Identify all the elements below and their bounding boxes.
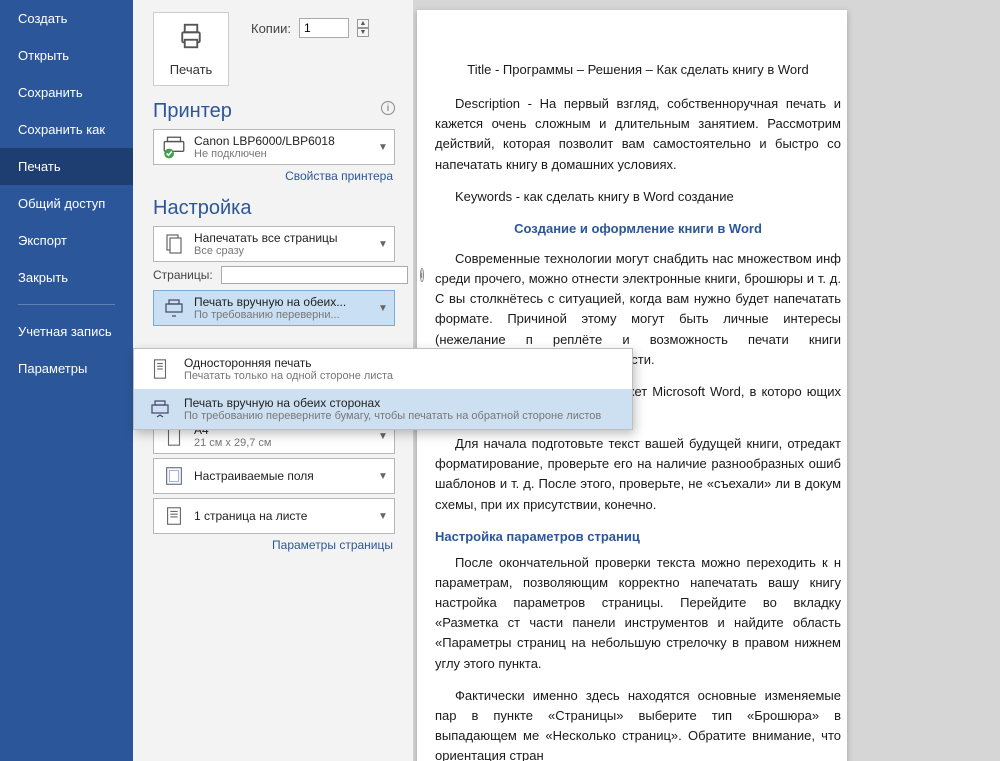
sidebar-item-save-as[interactable]: Сохранить как (0, 111, 133, 148)
chevron-down-icon: ▼ (376, 303, 390, 314)
print-range-dropdown[interactable]: Напечатать все страницы Все сразу ▼ (153, 226, 395, 262)
printer-icon (176, 21, 206, 56)
menu-item-manual-duplex[interactable]: Печать вручную на обеих сторонах По треб… (134, 389, 632, 429)
copies-input[interactable] (299, 18, 349, 38)
sidebar-item-export[interactable]: Экспорт (0, 222, 133, 259)
menu-item-title: Печать вручную на обеих сторонах (184, 396, 601, 410)
menu-item-single-side[interactable]: Односторонняя печать Печатать только на … (134, 349, 632, 389)
sidebar-item-close[interactable]: Закрыть (0, 259, 133, 296)
duplex-options-menu: Односторонняя печать Печатать только на … (133, 348, 633, 430)
doc-paragraph: После окончательной проверки текста можн… (435, 553, 841, 674)
file-sidebar: Создать Открыть Сохранить Сохранить как … (0, 0, 133, 761)
menu-item-sub: По требованию переверните бумагу, чтобы … (184, 410, 601, 422)
printer-status: Не подключен (194, 148, 370, 160)
sidebar-item-account[interactable]: Учетная запись (0, 313, 133, 350)
printer-section-title: Принтер (153, 100, 232, 123)
sidebar-item-share[interactable]: Общий доступ (0, 185, 133, 222)
duplex-title: Печать вручную на обеих... (194, 295, 370, 309)
sidebar-separator (18, 304, 115, 305)
chevron-down-icon: ▼ (376, 431, 390, 442)
sidebar-item-save[interactable]: Сохранить (0, 74, 133, 111)
sidebar-item-new[interactable]: Создать (0, 0, 133, 37)
duplex-printer-icon (146, 395, 174, 423)
print-range-sub: Все сразу (194, 245, 370, 257)
pages-label: Страницы: (153, 268, 213, 282)
menu-item-sub: Печатать только на одной стороне листа (184, 370, 393, 382)
spinner-down-icon[interactable]: ▼ (357, 28, 369, 37)
copies-spinner[interactable]: ▲ ▼ (357, 19, 369, 37)
doc-keywords: Keywords - как сделать книгу в Word созд… (435, 187, 841, 207)
chevron-down-icon: ▼ (376, 239, 390, 250)
printer-properties-link[interactable]: Свойства принтера (153, 169, 393, 183)
doc-heading-2: Настройка параметров страниц (435, 527, 841, 547)
pages-per-sheet-title: 1 страница на листе (194, 509, 370, 523)
printer-status-icon (160, 133, 188, 161)
spinner-up-icon[interactable]: ▲ (357, 19, 369, 28)
printer-name: Canon LBP6000/LBP6018 (194, 134, 370, 148)
page-setup-link[interactable]: Параметры страницы (153, 538, 393, 552)
sidebar-item-print[interactable]: Печать (0, 148, 133, 185)
paper-size-sub: 21 см x 29,7 см (194, 437, 370, 449)
printer-dropdown[interactable]: Canon LBP6000/LBP6018 Не подключен ▼ (153, 129, 395, 165)
copies-label: Копии: (251, 21, 291, 36)
chevron-down-icon: ▼ (376, 471, 390, 482)
doc-paragraph: Фактически именно здесь находятся основн… (435, 686, 841, 761)
info-icon[interactable]: i (381, 101, 395, 115)
info-icon[interactable]: i (420, 268, 424, 282)
duplex-icon (160, 294, 188, 322)
duplex-dropdown[interactable]: Печать вручную на обеих... По требованию… (153, 290, 395, 326)
single-page-icon (146, 355, 174, 383)
doc-description: Description - На первый взгляд, собствен… (435, 94, 841, 175)
chevron-down-icon: ▼ (376, 142, 390, 153)
sidebar-item-options[interactable]: Параметры (0, 350, 133, 387)
settings-section-title: Настройка (153, 197, 395, 220)
sheet-icon (160, 502, 188, 530)
pages-per-sheet-dropdown[interactable]: 1 страница на листе ▼ (153, 498, 395, 534)
print-panel: Печать Копии: ▲ ▼ Принтер i Canon LBP600… (133, 0, 413, 761)
margins-title: Настраиваемые поля (194, 469, 370, 483)
margins-icon (160, 462, 188, 490)
sidebar-item-open[interactable]: Открыть (0, 37, 133, 74)
print-range-title: Напечатать все страницы (194, 231, 370, 245)
menu-item-title: Односторонняя печать (184, 356, 393, 370)
print-button[interactable]: Печать (153, 12, 229, 86)
doc-title: Title - Программы – Решения – Как сделат… (435, 60, 841, 80)
pages-icon (160, 230, 188, 258)
chevron-down-icon: ▼ (376, 511, 390, 522)
duplex-sub: По требованию переверни... (194, 309, 370, 321)
print-button-label: Печать (170, 62, 213, 77)
margins-dropdown[interactable]: Настраиваемые поля ▼ (153, 458, 395, 494)
doc-heading-1: Создание и оформление книги в Word (435, 219, 841, 239)
doc-paragraph: Для начала подготовьте текст вашей будущ… (435, 434, 841, 515)
pages-input[interactable] (221, 266, 408, 284)
main-area: Печать Копии: ▲ ▼ Принтер i Canon LBP600… (133, 0, 1000, 761)
